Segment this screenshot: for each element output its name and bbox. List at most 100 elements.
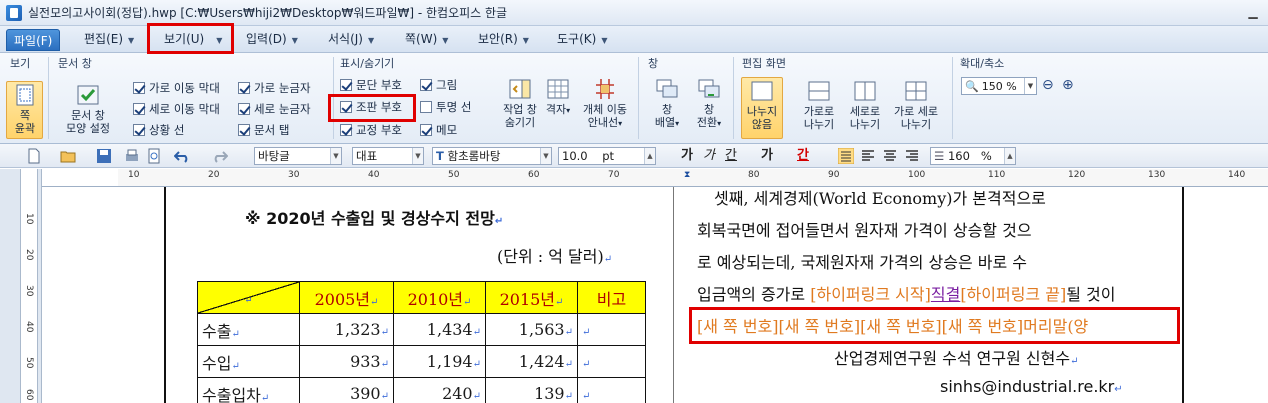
menu-tools[interactable]: 도구(K) ▼ bbox=[557, 30, 607, 49]
checkbox-revision-mark[interactable]: 교정 부호 bbox=[340, 122, 402, 138]
page-outline-icon bbox=[16, 84, 34, 106]
group-separator bbox=[48, 57, 49, 139]
table-cell[interactable]: 933↵ bbox=[299, 345, 394, 378]
table-cell[interactable]: 1,323↵ bbox=[299, 313, 394, 346]
checkbox-vscroll[interactable]: 세로 이동 막대 bbox=[133, 101, 220, 117]
checkbox-picture[interactable]: 그림 bbox=[420, 77, 457, 93]
table-cell[interactable]: 390↵ bbox=[299, 377, 394, 403]
table-header-cell[interactable]: 비고 bbox=[577, 281, 646, 314]
no-split-text-2: 않음 bbox=[751, 118, 773, 131]
data-table[interactable]: ↵ 2005년↵ 2010년↵ 2015년↵ 비고 수출↵ 1,323↵ 1,4… bbox=[197, 281, 646, 403]
checkbox-icon bbox=[420, 124, 432, 136]
menu-edit[interactable]: 편집(E) ▼ bbox=[84, 30, 134, 49]
undo-icon[interactable] bbox=[174, 148, 190, 164]
table-header-cell[interactable]: 2005년↵ bbox=[299, 281, 394, 314]
table-header-cell[interactable]: 2010년↵ bbox=[393, 281, 486, 314]
unit-note-text: (단위 : 억 달러) bbox=[497, 247, 604, 266]
window-arrange-button[interactable]: 창 배열▾ bbox=[648, 77, 686, 130]
table-cell-label[interactable]: 수출↵ bbox=[197, 313, 300, 346]
zoom-value: 150 % bbox=[981, 79, 1017, 93]
table-cell[interactable]: 1,424↵ bbox=[485, 345, 578, 378]
split-vertical-button[interactable]: 세로로 나누기 bbox=[842, 79, 888, 131]
author-line: 산업경제연구원 수석 연구원 신현수↵ bbox=[834, 345, 1078, 369]
split-horizontal-button[interactable]: 가로로 나누기 bbox=[796, 79, 842, 131]
table-cell[interactable]: ↵ bbox=[577, 345, 646, 378]
align-right-icon[interactable] bbox=[904, 148, 920, 164]
table-cell-label[interactable]: 수출입차↵ bbox=[197, 377, 300, 403]
checkbox-doctab[interactable]: 문서 탭 bbox=[238, 122, 289, 138]
window-switch-button[interactable]: 창 전환▾ bbox=[690, 77, 728, 130]
table-cell-label[interactable]: 수입↵ bbox=[197, 345, 300, 378]
menu-file-label: 파일(F) bbox=[14, 34, 53, 48]
line-spacing-select[interactable]: ☰ 160 % ▲ bbox=[930, 147, 1016, 165]
table-cell[interactable]: 1,194↵ bbox=[393, 345, 486, 378]
hyperlink-link[interactable]: 직결 bbox=[931, 285, 960, 304]
style-select[interactable]: 바탕글 ▼ bbox=[254, 147, 342, 165]
checkbox-para-mark[interactable]: 문단 부호 bbox=[340, 77, 402, 93]
align-center-icon[interactable] bbox=[882, 148, 898, 164]
align-justify-icon[interactable] bbox=[838, 148, 854, 164]
hwp-app-icon[interactable] bbox=[6, 4, 22, 21]
table-cell[interactable]: ↵ bbox=[577, 313, 646, 346]
zoom-select[interactable]: 🔍 150 % ▼ bbox=[961, 77, 1037, 95]
group-title-editscreen: 편집 화면 bbox=[742, 57, 786, 70]
split-horizontal-text-1: 가로로 bbox=[803, 105, 835, 118]
table-cell[interactable]: 1,434↵ bbox=[393, 313, 486, 346]
new-document-icon[interactable] bbox=[26, 148, 42, 164]
checkbox-hscroll[interactable]: 가로 이동 막대 bbox=[133, 80, 220, 96]
font-size-unit: pt bbox=[602, 149, 615, 163]
ruler-number: 100 bbox=[908, 170, 926, 180]
checkbox-transparent-line[interactable]: 투명 선 bbox=[420, 99, 471, 115]
table-cell[interactable]: 240↵ bbox=[393, 377, 486, 403]
ruler-number: 110 bbox=[988, 170, 1006, 180]
zoom-out-icon[interactable]: ⊖ bbox=[1042, 77, 1054, 93]
menu-format[interactable]: 서식(J) ▼ bbox=[328, 30, 374, 49]
checkbox-hruler[interactable]: 가로 눈금자 bbox=[238, 80, 311, 96]
italic-button[interactable]: 가 bbox=[703, 147, 715, 165]
open-folder-icon[interactable] bbox=[60, 148, 76, 164]
table-cell[interactable]: ↵ bbox=[577, 377, 646, 403]
menu-page[interactable]: 쪽(W) ▼ bbox=[405, 30, 448, 49]
strike-button[interactable]: 가 bbox=[761, 147, 773, 165]
checkbox-vruler[interactable]: 세로 눈금자 bbox=[238, 101, 311, 117]
object-move-guide-button[interactable]: 개체 이동 안내선▾ bbox=[574, 77, 636, 130]
language-select[interactable]: 대표 ▼ bbox=[352, 147, 424, 165]
font-select[interactable]: T 함초롬바탕 ▼ bbox=[432, 147, 552, 165]
checkbox-memo[interactable]: 메모 bbox=[420, 122, 457, 138]
menu-insert[interactable]: 입력(D) ▼ bbox=[246, 30, 298, 49]
font-value: 함초롬바탕 bbox=[447, 149, 501, 163]
menu-security[interactable]: 보안(R) ▼ bbox=[478, 30, 529, 49]
table-header-corner[interactable]: ↵ bbox=[197, 281, 300, 314]
table-cell[interactable]: 1,563↵ bbox=[485, 313, 578, 346]
table-cell[interactable]: 139↵ bbox=[485, 377, 578, 403]
checkbox-statusbar[interactable]: 상황 선 bbox=[133, 122, 184, 138]
split-both-button[interactable]: 가로 세로 나누기 bbox=[887, 79, 945, 131]
cell-value: 1,563 bbox=[518, 320, 565, 339]
horizontal-ruler[interactable]: 10 20 30 40 50 60 70 ⧗ 80 90 100 110 120… bbox=[42, 169, 1268, 187]
align-left-icon[interactable] bbox=[860, 148, 876, 164]
docwin-settings-button[interactable]: 문서 창 모양 설정 bbox=[58, 83, 118, 135]
font-color-button[interactable]: 간 bbox=[797, 147, 809, 165]
bold-button[interactable]: 가 bbox=[681, 147, 693, 165]
redo-icon[interactable] bbox=[212, 148, 228, 164]
print-preview-icon[interactable] bbox=[146, 148, 162, 164]
menu-file[interactable]: 파일(F) bbox=[6, 29, 61, 51]
hide-work-window-button[interactable]: 작업 창 숨기기 bbox=[494, 77, 546, 129]
print-icon[interactable] bbox=[124, 148, 140, 164]
chevron-down-icon: ▼ bbox=[540, 148, 551, 164]
minimize-icon[interactable]: ▁ bbox=[1244, 4, 1262, 20]
paragraph-mark-icon: ↵ bbox=[582, 391, 591, 402]
underline-button[interactable]: 간 bbox=[725, 147, 737, 165]
vertical-ruler[interactable]: 10 20 30 40 50 60 bbox=[20, 169, 38, 403]
highlight-view-menu bbox=[147, 23, 234, 54]
save-icon[interactable] bbox=[96, 148, 112, 164]
window-arrange-icon bbox=[656, 79, 678, 98]
line-spacing-icon: ☰ bbox=[934, 149, 945, 163]
table-header-cell[interactable]: 2015년↵ bbox=[485, 281, 578, 314]
zoom-in-icon[interactable]: ⊕ bbox=[1062, 77, 1074, 93]
ruler-column-marker[interactable]: ⧗ bbox=[684, 170, 690, 180]
ribbon: 보기 문서 창 표시/숨기기 창 편집 화면 확대/축소 쪽 윤곽 문서 창 모… bbox=[0, 53, 1268, 144]
font-size-select[interactable]: 10.0 pt ▲ bbox=[558, 147, 656, 165]
grid-button[interactable]: 격자▾ bbox=[543, 77, 573, 117]
document-area[interactable]: ※ 2020년 수출입 및 경상수지 전망↵ (단위 : 억 달러)↵ ↵ 20… bbox=[42, 187, 1268, 403]
